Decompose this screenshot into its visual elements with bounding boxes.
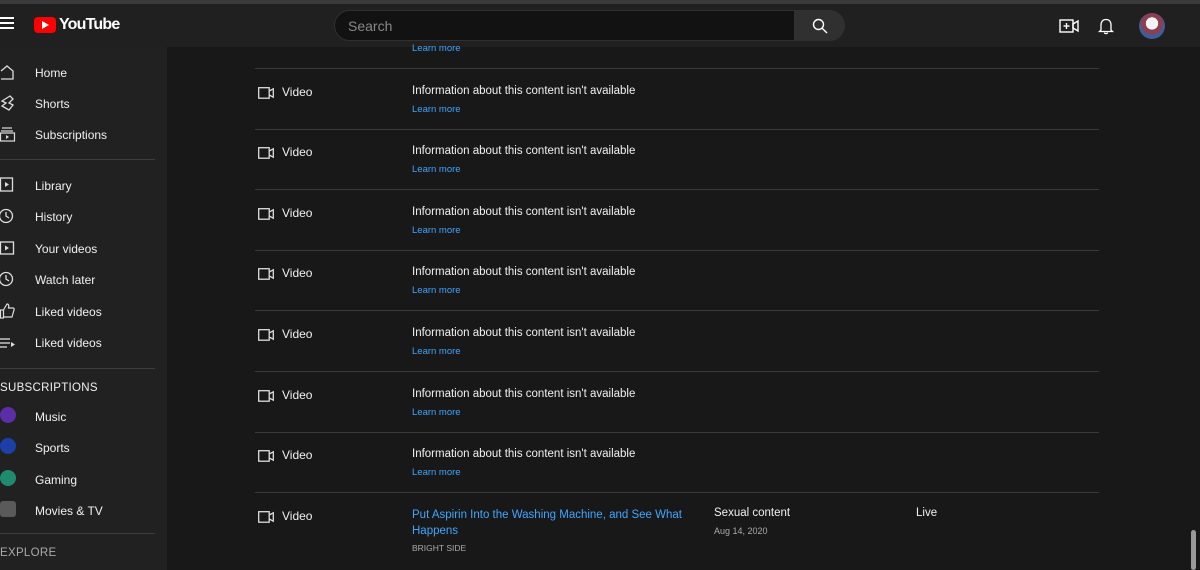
table-row: Video Information about this content isn…: [255, 432, 1099, 493]
history-icon: [0, 208, 14, 224]
subscriptions-section-title: SUBSCRIPTIONS: [0, 382, 98, 394]
sidebar-item-home[interactable]: Home: [0, 57, 167, 88]
sidebar-item-label: Watch later: [35, 272, 96, 287]
learn-more-link[interactable]: Learn more: [412, 467, 461, 478]
sidebar-item-label: Music: [35, 409, 67, 424]
liked-videos-icon: [0, 303, 15, 319]
sidebar-item-sports[interactable]: Sports: [0, 432, 167, 463]
sidebar-item-label: Library: [35, 178, 72, 193]
content-type-label: Video: [282, 327, 313, 341]
sidebar-item-label: Your videos: [35, 241, 98, 256]
subscriptions-icon: [0, 127, 16, 142]
gaming-icon: [0, 470, 16, 486]
sidebar-divider: [0, 368, 155, 369]
table-row: Learn more: [255, 8, 1099, 69]
visibility-status: Live: [916, 507, 938, 519]
info-unavailable-text: Information about this content isn't ava…: [412, 388, 636, 400]
learn-more-link[interactable]: Learn more: [412, 43, 461, 54]
music-icon: [0, 407, 16, 423]
table-row: Video Information about this content isn…: [255, 129, 1099, 190]
video-title-link[interactable]: Put Aspirin Into the Washing Machine, an…: [412, 507, 682, 539]
info-unavailable-text: Information about this content isn't ava…: [412, 145, 636, 157]
youtube-wordmark: YouTube: [59, 16, 120, 33]
learn-more-link[interactable]: Learn more: [412, 164, 461, 175]
page-scrollbar[interactable]: [1187, 47, 1200, 570]
learn-more-link[interactable]: Learn more: [412, 407, 461, 418]
sidebar-item-label: History: [35, 209, 73, 224]
sidebar-item-your-videos[interactable]: Your videos: [0, 233, 167, 264]
video-icon: [258, 208, 274, 220]
content-type-label: Video: [282, 206, 313, 220]
table-row: Video Information about this content isn…: [255, 311, 1099, 372]
sidebar-item-label: Shorts: [35, 96, 70, 111]
video-icon: [258, 268, 274, 280]
learn-more-link[interactable]: Learn more: [412, 285, 461, 296]
video-icon: [258, 87, 274, 99]
sidebar-item-subscriptions[interactable]: Subscriptions: [0, 119, 167, 150]
sidebar-item-label: Home: [35, 65, 68, 80]
sidebar-divider: [0, 533, 155, 534]
sidebar-item-label: Movies & TV: [35, 503, 103, 518]
playlist-icon: [0, 338, 15, 348]
content-type-label: Video: [282, 85, 313, 99]
video-icon: [258, 390, 274, 402]
content-type-label: Video: [282, 509, 313, 523]
explore-section-title: EXPLORE: [0, 547, 57, 559]
info-unavailable-text: Information about this content isn't ava…: [412, 85, 636, 97]
learn-more-link[interactable]: Learn more: [412, 346, 461, 357]
learn-more-link[interactable]: Learn more: [412, 104, 461, 115]
learn-more-link[interactable]: Learn more: [412, 225, 461, 236]
youtube-play-icon: [34, 17, 56, 33]
sidebar-divider: [0, 159, 155, 160]
library-icon: [0, 177, 14, 192]
sidebar-item-shorts[interactable]: Shorts: [0, 88, 167, 119]
sports-icon: [0, 438, 16, 454]
watch-later-icon: [0, 271, 14, 287]
sidebar-item-label: Gaming: [35, 472, 78, 487]
info-unavailable-text: Information about this content isn't ava…: [412, 448, 636, 460]
sidebar-item-music[interactable]: Music: [0, 401, 167, 432]
sidebar-item-watch-later[interactable]: Watch later: [0, 264, 167, 295]
menu-icon[interactable]: [0, 14, 16, 34]
sidebar-item-gaming[interactable]: Gaming: [0, 464, 167, 495]
account-avatar[interactable]: [1139, 13, 1165, 39]
sidebar-item-movies-tv[interactable]: Movies & TV: [0, 495, 167, 526]
sidebar-item-label: Sports: [35, 440, 70, 455]
content-type-label: Video: [282, 145, 313, 159]
sidebar-item-history[interactable]: History: [0, 201, 167, 232]
sidebar-item-library[interactable]: Library: [0, 170, 167, 201]
content-type-label: Video: [282, 388, 313, 402]
video-icon: [258, 511, 274, 523]
sidebar-item-liked-videos[interactable]: Liked videos: [0, 296, 167, 327]
movies-tv-icon: [0, 501, 16, 517]
video-icon: [258, 329, 274, 341]
table-row: Video Information about this content isn…: [255, 69, 1099, 130]
sidebar-item-label: Liked videos: [35, 335, 102, 350]
video-icon: [258, 450, 274, 462]
video-icon: [258, 147, 274, 159]
your-videos-icon: [0, 241, 15, 255]
table-row: Video Information about this content isn…: [255, 250, 1099, 311]
table-row: Video Information about this content isn…: [255, 372, 1099, 433]
info-unavailable-text: Information about this content isn't ava…: [412, 266, 636, 278]
shorts-icon: [0, 95, 15, 111]
scrollbar-thumb[interactable]: [1191, 530, 1196, 570]
info-unavailable-text: Information about this content isn't ava…: [412, 206, 636, 218]
home-icon: [0, 65, 14, 80]
table-row: Video Put Aspirin Into the Washing Machi…: [255, 493, 1099, 570]
sidebar-item-liked-videos-playlist[interactable]: Liked videos: [0, 327, 167, 358]
content-table: Learn more Video Information about this …: [167, 43, 1187, 570]
info-unavailable-text: Information about this content isn't ava…: [412, 327, 636, 339]
sidebar: Home Shorts Subscriptions Library Histor…: [0, 47, 167, 570]
restriction-date: Aug 14, 2020: [714, 526, 768, 536]
content-type-label: Video: [282, 448, 313, 462]
channel-name: BRIGHT SIDE: [412, 543, 467, 553]
sidebar-item-label: Subscriptions: [35, 127, 108, 142]
table-row: Video Information about this content isn…: [255, 190, 1099, 251]
content-type-label: Video: [282, 266, 313, 280]
youtube-logo[interactable]: YouTube: [34, 16, 120, 34]
sidebar-item-label: Liked videos: [35, 304, 102, 319]
restriction-label: Sexual content: [714, 507, 791, 519]
